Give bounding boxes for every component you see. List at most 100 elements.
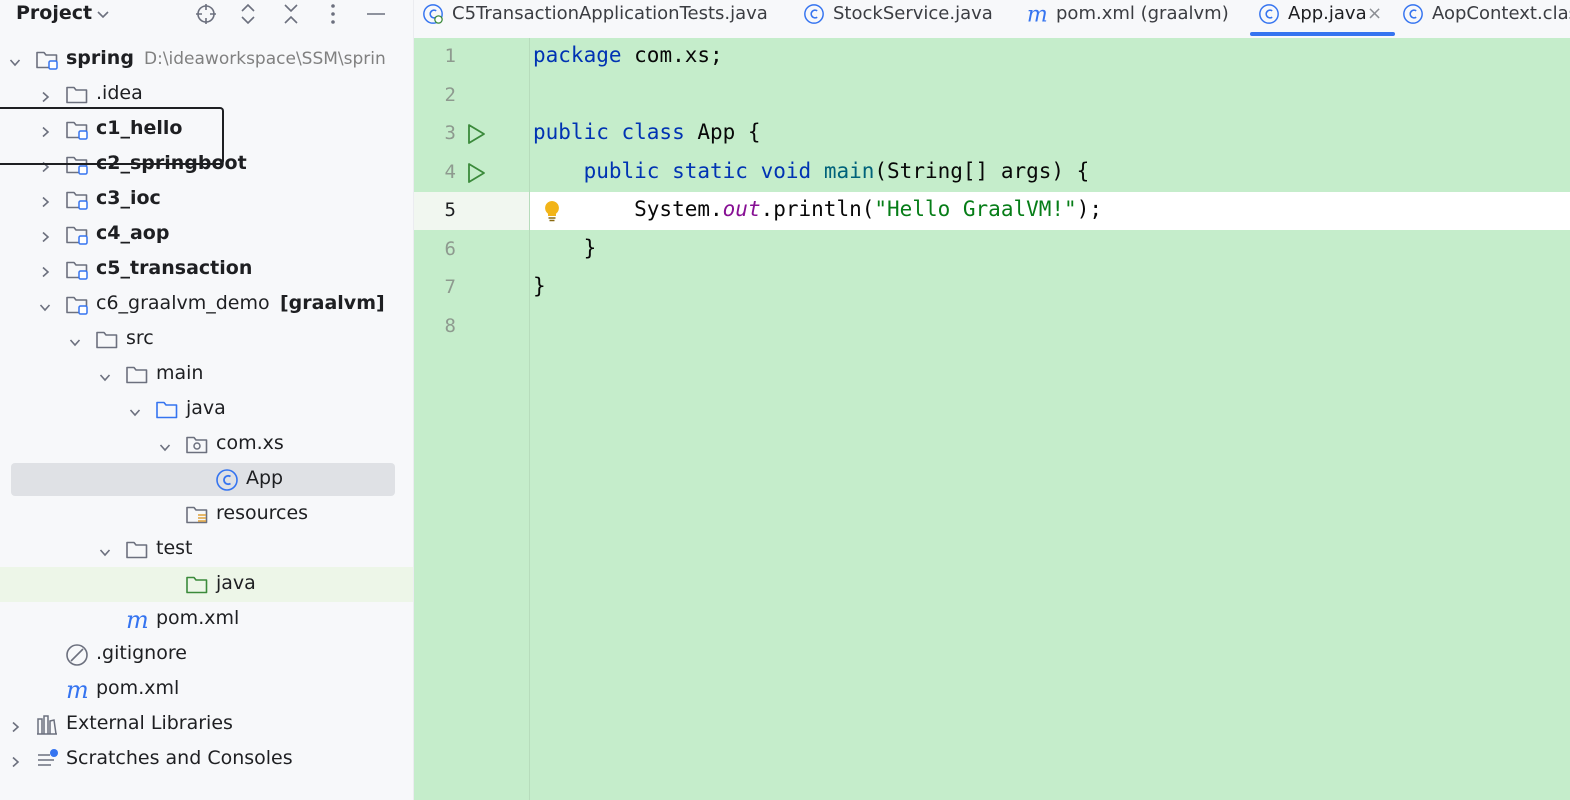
tree-item[interactable]: com.xs (0, 427, 413, 462)
editor-tab-label: StockService.java (833, 3, 993, 24)
hide-panel-icon[interactable] (364, 2, 388, 26)
line-number: 7 (444, 276, 456, 298)
run-gutter-icon[interactable] (464, 122, 488, 146)
module-tag: [graalvm] (280, 292, 385, 314)
tree-item[interactable]: resources (0, 497, 413, 532)
chevron-down-icon[interactable] (96, 8, 110, 22)
chevron-down-icon[interactable] (129, 403, 141, 417)
tree-item[interactable]: c5_transaction (0, 252, 413, 287)
code-token-kw: public class (533, 120, 685, 144)
folder-icon (125, 538, 149, 560)
svg-text:m: m (1027, 3, 1048, 25)
tree-item[interactable]: External Libraries (0, 707, 413, 742)
java-class-icon (215, 468, 239, 491)
expand-all-icon[interactable] (236, 2, 260, 26)
module-folder-icon (65, 293, 89, 315)
line-number: 6 (444, 237, 456, 260)
tree-item[interactable]: c2_springboot (0, 147, 413, 182)
tree-item[interactable]: App (0, 462, 413, 497)
close-tab-icon[interactable]: × (1367, 3, 1382, 24)
code-line: 6 } (414, 231, 1570, 270)
tree-item[interactable]: java (0, 392, 413, 427)
chevron-right-icon[interactable] (39, 228, 51, 243)
chevron-right-icon[interactable] (39, 88, 51, 103)
chevron-down-icon[interactable] (9, 53, 21, 67)
tree-item[interactable]: c4_aop (0, 217, 413, 252)
chevron-right-icon[interactable] (39, 158, 51, 173)
module-folder-icon (65, 153, 89, 175)
line-number: 8 (444, 314, 456, 337)
tree-item[interactable]: m pom.xml (0, 672, 413, 707)
tree-item[interactable]: c6_graalvm_demo [graalvm] (0, 287, 413, 322)
libraries-icon (35, 713, 59, 735)
code-line: 8 (414, 308, 1570, 347)
code-line: 3 public class App { (414, 115, 1570, 154)
code-token: com.xs; (621, 43, 723, 67)
line-number: 2 (444, 83, 456, 106)
java-class-icon (1402, 3, 1424, 25)
tree-item[interactable]: spring D:\ideaworkspace\SSM\sprin (0, 42, 413, 77)
code-token: ); (1076, 197, 1102, 221)
tree-item[interactable]: m pom.xml (0, 602, 413, 637)
active-tab-indicator (1250, 32, 1395, 36)
code-text[interactable]: public class App { (533, 120, 761, 144)
chevron-down-icon[interactable] (39, 298, 51, 312)
tree-item[interactable]: main (0, 357, 413, 392)
code-text[interactable]: System.out.println("Hello GraalVM!"); (533, 197, 1102, 221)
tree-item[interactable]: c3_ioc (0, 182, 413, 217)
chevron-right-icon[interactable] (39, 193, 51, 208)
project-view-selector[interactable]: Project (16, 2, 92, 24)
tree-item[interactable]: .idea (0, 77, 413, 112)
scratches-icon (35, 748, 59, 770)
editor-tab-label: AopContext.clas (1432, 3, 1570, 24)
collapse-all-icon[interactable] (279, 2, 303, 26)
tree-item[interactable]: Scratches and Consoles (0, 742, 413, 777)
chevron-right-icon[interactable] (39, 263, 51, 278)
java-class-icon (803, 3, 825, 25)
chevron-down-icon[interactable] (159, 438, 171, 452)
chevron-right-icon[interactable] (39, 123, 51, 138)
code-token: System. (533, 197, 723, 221)
folder-icon (95, 328, 119, 350)
chevron-right-icon[interactable] (9, 718, 21, 733)
tree-item[interactable]: java (0, 567, 413, 602)
code-text[interactable]: } (533, 236, 597, 260)
chevron-down-icon[interactable] (99, 543, 111, 557)
code-text[interactable]: package com.xs; (533, 43, 723, 67)
run-gutter-icon[interactable] (464, 161, 488, 185)
tree-item[interactable]: c1_hello (0, 112, 413, 147)
tree-item-label: c6_graalvm_demo (96, 292, 270, 314)
test-source-folder-icon (185, 573, 209, 595)
editor-tab-label: App.java (1288, 3, 1367, 24)
ignored-file-icon (65, 643, 89, 666)
code-line: 1 package com.xs; (414, 38, 1570, 77)
tree-item-label: pom.xml (96, 677, 180, 699)
project-panel-header: Project (0, 0, 413, 28)
chevron-right-icon[interactable] (9, 753, 21, 768)
code-editor[interactable]: 1 package com.xs; 2 3 public class App {4 pu… (414, 38, 1570, 800)
tree-item-label: src (126, 327, 154, 349)
tree-item-label: java (216, 572, 256, 594)
more-options-icon[interactable] (321, 2, 345, 26)
project-panel: Project spring D:\ideaworkspace\SSM\sprin… (0, 0, 414, 800)
chevron-down-icon[interactable] (69, 333, 81, 347)
tree-item-label: c2_springboot (96, 152, 247, 174)
tree-item[interactable]: test (0, 532, 413, 567)
tree-item-label: pom.xml (156, 607, 240, 629)
module-folder-icon (65, 188, 89, 210)
code-text[interactable]: public static void main(String[] args) { (533, 159, 1090, 183)
ide-window: Project spring D:\ideaworkspace\SSM\sprin… (0, 0, 1570, 800)
module-folder-icon (65, 223, 89, 245)
locate-icon[interactable] (194, 2, 218, 26)
tree-item-label: c1_hello (96, 117, 183, 139)
maven-icon: m (65, 676, 89, 704)
tree-item[interactable]: .gitignore (0, 637, 413, 672)
chevron-down-icon[interactable] (99, 368, 111, 382)
tree-item-label: spring (66, 47, 134, 69)
tree-item[interactable]: src (0, 322, 413, 357)
editor-tab[interactable]: App.java × (1250, 0, 1395, 38)
code-token-str: "Hello GraalVM!" (874, 197, 1077, 221)
code-text[interactable]: } (533, 274, 546, 298)
editor-tab-label: C5TransactionApplicationTests.java (452, 3, 768, 24)
